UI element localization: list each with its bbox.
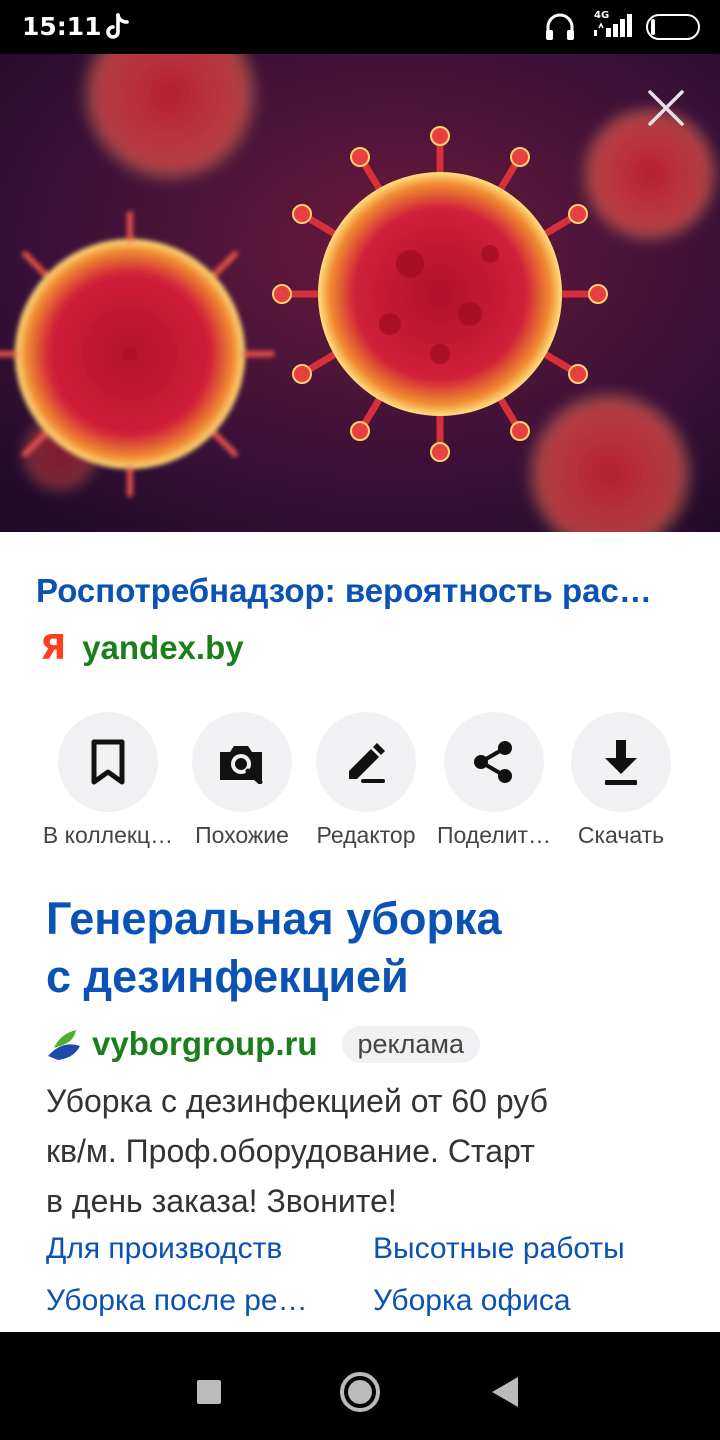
download-button[interactable]: Скачать [556,712,686,862]
yandex-logo-icon: Я [40,628,67,668]
close-icon[interactable] [642,84,690,132]
battery-indicator: 6 [646,14,700,40]
action-circle [571,712,671,812]
battery-percent: 6 [667,17,679,37]
add-to-collection-button[interactable]: В коллекц… [43,712,173,862]
share-icon [474,741,512,783]
ad-sitelink[interactable]: Уборка после ре… [46,1284,346,1318]
ad-description-line: в день заказа! Звоните! [46,1183,397,1219]
result-source[interactable]: Я yandex.by [40,626,244,670]
ad-title-line: с дезинфекцией [46,951,409,1002]
action-label: В коллекц… [42,822,174,848]
editor-button[interactable]: Редактор [301,712,431,862]
signal-icon [594,14,632,37]
tiktok-icon [106,13,129,39]
bookmark-icon [91,739,125,785]
ad-title-line: Генеральная уборка [46,893,502,944]
ad-sitelink[interactable]: Уборка офиса [373,1284,673,1318]
action-circle [58,712,158,812]
ad-title-link[interactable]: Генеральная уборка с дезинфекцией [46,890,666,1006]
download-icon [605,740,637,785]
status-time: 15:11 [22,12,102,41]
result-source-domain: yandex.by [82,629,244,666]
headphones-icon [546,13,574,40]
ad-sitelink[interactable]: Для производств [46,1232,346,1266]
similar-images-button[interactable]: Похожие [177,712,307,862]
system-nav-bar [0,1332,720,1440]
status-bar: 15:11 4G 6 [0,0,720,54]
ad-description: Уборка с дезинфекцией от 60 руб кв/м. Пр… [46,1076,686,1226]
share-button[interactable]: Поделит… [429,712,559,862]
image-search-icon [220,746,263,784]
home-icon[interactable] [334,1366,386,1418]
action-circle [192,712,292,812]
ad-description-line: Уборка с дезинфекцией от 60 руб [46,1083,548,1119]
ad-badge: реклама [341,1025,481,1063]
result-title-link[interactable]: Роспотребнадзор: вероятность рас… [36,572,686,610]
ad-source[interactable]: vyborgroup.ru реклама [46,1022,481,1066]
ad-description-line: кв/м. Проф.оборудование. Старт [46,1133,535,1169]
vyborgroup-logo-icon [48,1030,80,1060]
back-icon[interactable] [482,1366,534,1418]
coronavirus-image[interactable] [0,54,720,532]
action-circle [444,712,544,812]
action-label: Скачать [577,822,665,848]
pencil-icon [349,743,385,783]
ad-sitelink[interactable]: Высотные работы [373,1232,673,1266]
action-circle [316,712,416,812]
recent-apps-icon[interactable] [184,1366,236,1418]
ad-domain: vyborgroup.ru [92,1025,318,1062]
image-actions-bar: В коллекц… Похожие Редактор Поделит… Ска… [0,712,720,862]
